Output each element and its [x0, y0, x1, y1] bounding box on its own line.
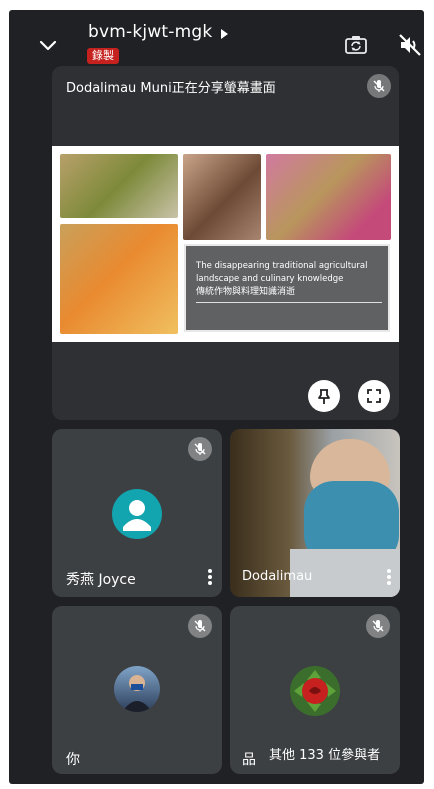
mic-off-icon [188, 614, 212, 638]
participant-tile[interactable]: 秀燕 Joyce [52, 429, 222, 597]
participant-tile[interactable]: 你 [52, 606, 222, 774]
photo-grain-tray [60, 224, 178, 334]
participant-name: Dodalimau [242, 569, 313, 584]
mic-off-icon [367, 74, 391, 98]
slide-text-zh: 傳統作物與料理知識消逝 [196, 287, 296, 297]
participant-name: 品 [242, 752, 256, 768]
meeting-screen: bvm-kjwt-mgk 錄製 Dodalimau Muni正在分享螢幕畫面 T… [9, 10, 424, 784]
slide-divider [196, 302, 382, 303]
slide-caption: The disappearing traditional agricultura… [184, 244, 390, 332]
participant-name: 你 [66, 752, 80, 768]
fullscreen-icon [367, 389, 381, 403]
participant-video-tile[interactable]: Dodalimau [230, 429, 400, 597]
shared-slide: The disappearing traditional agricultura… [52, 146, 399, 342]
photo-roots [183, 154, 261, 240]
slide-text-en: The disappearing traditional agricultura… [196, 261, 368, 284]
others-participants-chip[interactable]: 其他 133 位參與者 [255, 740, 395, 772]
avatar [112, 489, 162, 539]
participant-name: 秀燕 Joyce [66, 572, 136, 588]
photo-grain-hands [60, 154, 178, 218]
person-icon [123, 500, 151, 531]
mic-off-icon [366, 614, 390, 638]
presentation-title: Dodalimau Muni正在分享螢幕畫面 [66, 81, 276, 96]
presentation-tile[interactable]: Dodalimau Muni正在分享螢幕畫面 The disappearing … [52, 66, 399, 420]
pin-button[interactable] [308, 380, 340, 412]
switch-camera-icon[interactable] [343, 32, 369, 58]
speaker-off-icon[interactable] [397, 32, 423, 58]
pin-icon [318, 389, 330, 404]
recording-badge: 錄製 [87, 48, 119, 64]
more-options-icon[interactable] [207, 567, 213, 587]
mic-off-icon [188, 437, 212, 461]
avatar [114, 666, 160, 712]
more-options-icon[interactable] [386, 567, 392, 587]
chevron-down-icon[interactable] [38, 36, 58, 56]
meeting-code[interactable]: bvm-kjwt-mgk [88, 22, 212, 42]
chevron-right-icon[interactable] [219, 28, 229, 40]
avatar [290, 666, 340, 716]
photo-millet [266, 154, 391, 240]
rose-icon [294, 670, 336, 712]
fullscreen-button[interactable] [358, 380, 390, 412]
